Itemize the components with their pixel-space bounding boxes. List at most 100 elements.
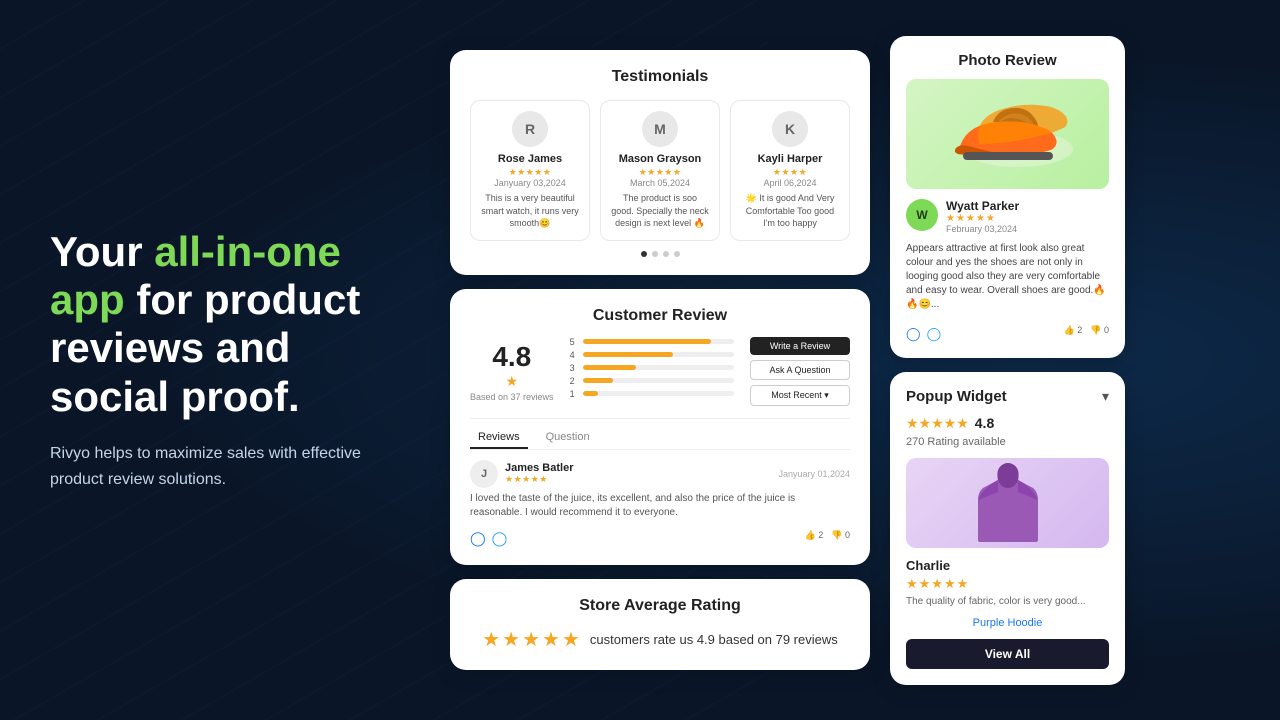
twitter-icon-wyatt[interactable]: ◯ bbox=[927, 326, 942, 342]
customer-review-title: Customer Review bbox=[470, 307, 850, 325]
popup-product-image bbox=[906, 458, 1109, 548]
popup-count: 270 Rating available bbox=[906, 436, 1109, 448]
name-wyatt: Wyatt Parker bbox=[946, 199, 1109, 213]
popup-rating-row: ★★★★★ 4.8 bbox=[906, 415, 1109, 432]
date-kayli: April 06,2024 bbox=[741, 178, 839, 188]
chevron-down-icon[interactable]: ▾ bbox=[1102, 388, 1109, 405]
twitter-icon[interactable]: ◯ bbox=[492, 530, 508, 547]
photo-reviewer-info: W Wyatt Parker ★★★★★ February 03,2024 bbox=[906, 199, 1109, 234]
reviewer-name-j: James Batler bbox=[505, 462, 574, 474]
hero-subtitle: Rivyo helps to maximize sales with effec… bbox=[50, 441, 370, 492]
popup-rating-num: 4.8 bbox=[975, 415, 994, 431]
bar-label-5: 5 bbox=[570, 337, 578, 347]
photo-review-title: Photo Review bbox=[906, 52, 1109, 69]
bar-label-4: 4 bbox=[570, 350, 578, 360]
sort-button[interactable]: Most Recent ▾ bbox=[750, 385, 850, 406]
rating-count: Based on 37 reviews bbox=[470, 392, 554, 402]
bar-fill-3 bbox=[583, 365, 636, 370]
stars-wyatt: ★★★★★ bbox=[946, 213, 1109, 224]
bar-row-5: 5 bbox=[570, 337, 734, 347]
thumbs-up-wyatt[interactable]: 👍 2 bbox=[1064, 325, 1083, 336]
social-like-row-wyatt: ◯ ◯ 👍 2 👎 0 bbox=[906, 320, 1109, 342]
thumbs-down-icon[interactable]: 👎 0 bbox=[831, 530, 850, 541]
photo-review-image bbox=[906, 79, 1109, 189]
facebook-icon[interactable]: ◯ bbox=[470, 530, 486, 547]
bar-track-1 bbox=[583, 391, 734, 396]
photo-review-card: Photo Review W Wyatt Parker bbox=[890, 36, 1125, 358]
facebook-icon-wyatt[interactable]: ◯ bbox=[906, 326, 921, 342]
popup-widget-card: Popup Widget ▾ ★★★★★ 4.8 270 Rating avai… bbox=[890, 372, 1125, 685]
testimonial-item-rose: R Rose James ★★★★★ Janyuary 03,2024 This… bbox=[470, 100, 590, 241]
right-section: Photo Review W Wyatt Parker bbox=[890, 26, 1140, 695]
testimonials-grid: R Rose James ★★★★★ Janyuary 03,2024 This… bbox=[470, 100, 850, 241]
bar-fill-5 bbox=[583, 339, 712, 344]
store-avg-card: Store Average Rating ★★★★★ customers rat… bbox=[450, 579, 870, 670]
middle-section: Testimonials R Rose James ★★★★★ Janyuary… bbox=[430, 40, 890, 680]
reviewer-details-wyatt: Wyatt Parker ★★★★★ February 03,2024 bbox=[946, 199, 1109, 234]
carousel-dots bbox=[470, 251, 850, 257]
bar-fill-4 bbox=[583, 352, 674, 357]
like-row: 👍 2 👎 0 bbox=[805, 530, 850, 541]
thumbs-up-icon[interactable]: 👍 2 bbox=[805, 530, 824, 541]
testimonial-item-mason: M Mason Grayson ★★★★★ March 05,2024 The … bbox=[600, 100, 720, 241]
rating-big: 4.8 ★ Based on 37 reviews bbox=[470, 337, 554, 406]
divider-1 bbox=[470, 418, 850, 419]
bar-row-4: 4 bbox=[570, 350, 734, 360]
store-rating-row: ★★★★★ customers rate us 4.9 based on 79 … bbox=[470, 627, 850, 652]
bar-track-4 bbox=[583, 352, 734, 357]
store-rating-text: customers rate us 4.9 based on 79 review… bbox=[590, 632, 838, 647]
like-row-wyatt: 👍 2 👎 0 bbox=[1064, 325, 1109, 336]
dot-4[interactable] bbox=[674, 251, 680, 257]
date-wyatt: February 03,2024 bbox=[946, 224, 1109, 234]
text-rose: This is a very beautiful smart watch, it… bbox=[481, 192, 579, 230]
testimonials-card: Testimonials R Rose James ★★★★★ Janyuary… bbox=[450, 50, 870, 275]
text-wyatt: Appears attractive at first look also gr… bbox=[906, 242, 1109, 312]
stars-kayli: ★★★★ bbox=[741, 167, 839, 178]
reviewer-row: J James Batler ★★★★★ Janyuary 01,2024 bbox=[470, 460, 850, 488]
dot-1[interactable] bbox=[641, 251, 647, 257]
avatar-wyatt: W bbox=[906, 199, 938, 231]
bar-row-3: 3 bbox=[570, 363, 734, 373]
hero-section: Your all-in-one app for product reviews … bbox=[0, 188, 430, 532]
popup-product-link[interactable]: Purple Hoodie bbox=[906, 617, 1109, 629]
social-icons-review: ◯ ◯ bbox=[470, 530, 507, 547]
dot-2[interactable] bbox=[652, 251, 658, 257]
text-kayli: 🌟 It is good And Very Comfortable Too go… bbox=[741, 192, 839, 230]
bar-label-2: 2 bbox=[570, 376, 578, 386]
testimonial-item-kayli: K Kayli Harper ★★★★ April 06,2024 🌟 It i… bbox=[730, 100, 850, 241]
text-mason: The product is soo good. Specially the n… bbox=[611, 192, 709, 230]
bar-row-1: 1 bbox=[570, 389, 734, 399]
thumbs-down-wyatt[interactable]: 👎 0 bbox=[1090, 325, 1109, 336]
popup-stars: ★★★★★ bbox=[906, 415, 969, 432]
avatar-kayli: K bbox=[772, 111, 808, 147]
view-all-button[interactable]: View All bbox=[906, 639, 1109, 669]
write-review-button[interactable]: Write a Review bbox=[750, 337, 850, 355]
sneaker-svg bbox=[938, 94, 1078, 174]
name-kayli: Kayli Harper bbox=[741, 153, 839, 165]
review-tabs: Reviews Question bbox=[470, 427, 850, 450]
reviewer-stars-j: ★★★★★ bbox=[505, 474, 574, 485]
dot-3[interactable] bbox=[663, 251, 669, 257]
bar-label-1: 1 bbox=[570, 389, 578, 399]
review-footer: ◯ ◯ 👍 2 👎 0 bbox=[470, 524, 850, 547]
name-rose: Rose James bbox=[481, 153, 579, 165]
review-entry: J James Batler ★★★★★ Janyuary 01,2024 I … bbox=[470, 460, 850, 547]
bar-fill-1 bbox=[583, 391, 598, 396]
tab-question[interactable]: Question bbox=[538, 427, 598, 449]
store-avg-title: Store Average Rating bbox=[470, 597, 850, 615]
bar-label-3: 3 bbox=[570, 363, 578, 373]
ask-question-button[interactable]: Ask A Question bbox=[750, 360, 850, 380]
bar-fill-2 bbox=[583, 378, 613, 383]
testimonials-title: Testimonials bbox=[470, 68, 850, 86]
reviewer-date-j: Janyuary 01,2024 bbox=[778, 469, 850, 479]
popup-review-text: The quality of fabric, color is very goo… bbox=[906, 596, 1109, 607]
review-buttons: Write a Review Ask A Question Most Recen… bbox=[750, 337, 850, 406]
review-summary: 4.8 ★ Based on 37 reviews 5 4 bbox=[470, 337, 850, 406]
rating-bars: 5 4 3 bbox=[570, 337, 734, 406]
tab-reviews[interactable]: Reviews bbox=[470, 427, 528, 449]
hoodie-svg bbox=[973, 460, 1043, 545]
rating-star-big: ★ bbox=[506, 373, 519, 390]
store-stars: ★★★★★ bbox=[482, 627, 582, 652]
reviewer-avatar-j: J bbox=[470, 460, 498, 488]
hero-title-plain: Your bbox=[50, 228, 154, 275]
